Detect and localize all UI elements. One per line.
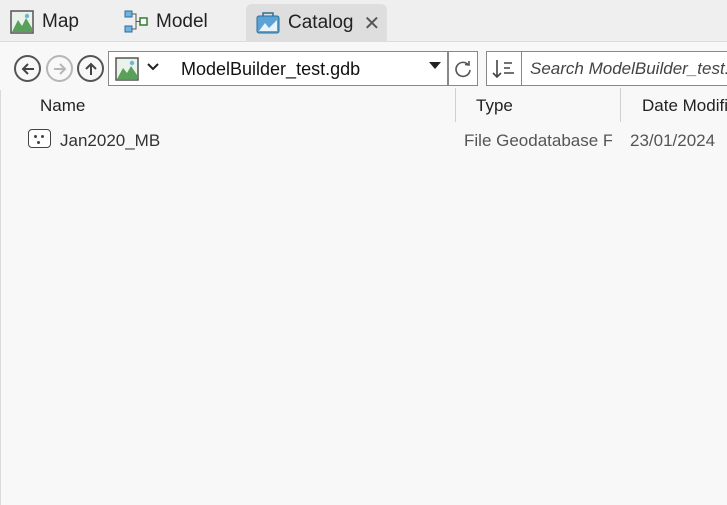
tab-map[interactable]: Map [10,4,79,40]
search-input-wrapper[interactable] [521,51,727,86]
arrow-left-icon [21,62,34,75]
feature-dataset-icon [28,129,51,148]
search-input[interactable] [522,52,727,85]
forward-button[interactable] [46,55,73,82]
list-item[interactable]: Jan2020_MB File Geodatabase Feature Data… [0,126,727,158]
chevron-down-icon[interactable] [147,60,159,75]
sort-button[interactable] [486,51,521,86]
item-date-modified: 23/01/2024 [630,131,716,150]
column-header-name[interactable]: Name [40,90,85,122]
refresh-icon [455,60,471,77]
tab-catalog[interactable]: Catalog ✕ [246,4,387,42]
sort-icon [492,59,514,78]
arrow-right-icon [53,62,66,75]
dropdown-arrow-icon[interactable] [429,62,441,69]
item-name: Jan2020_MB [60,131,161,150]
tab-label: Map [42,11,79,32]
column-header-date-modified[interactable]: Date Modified [642,90,727,122]
model-icon [124,10,148,34]
tab-label: Catalog [288,12,354,33]
catalog-icon [256,11,280,35]
refresh-button[interactable] [448,51,478,86]
column-divider[interactable] [620,88,621,122]
geodatabase-icon [115,57,139,81]
tab-label: Model [156,11,208,32]
up-button[interactable] [77,55,104,82]
close-icon[interactable]: ✕ [364,11,381,36]
arrow-up-icon [84,62,97,75]
location-path: ModelBuilder_test.gdb [181,59,361,79]
catalog-toolbar: ModelBuilder_test.gdb [0,42,727,90]
tab-model[interactable]: Model [124,4,208,40]
column-header-type[interactable]: Type [476,90,513,122]
map-icon [10,10,34,34]
column-divider[interactable] [455,88,456,122]
back-button[interactable] [14,55,41,82]
location-dropdown[interactable]: ModelBuilder_test.gdb [108,51,448,86]
view-tab-strip: Map Model Catalog ✕ [0,0,727,42]
item-type: File Geodatabase Feature Dataset [464,131,612,150]
